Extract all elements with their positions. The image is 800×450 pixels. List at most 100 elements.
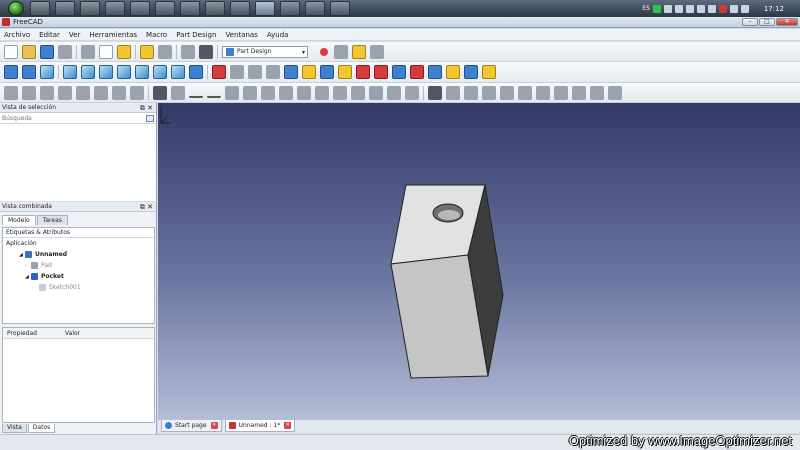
equal-icon[interactable]	[261, 85, 275, 100]
tab-modelo[interactable]: Modelo	[2, 215, 36, 225]
macro-stop-icon[interactable]	[334, 44, 348, 59]
external-geometry-icon[interactable]	[590, 85, 604, 100]
tree-row-sketch[interactable]: Sketch001	[3, 282, 154, 293]
constraint-icon[interactable]	[130, 85, 144, 100]
maximize-button[interactable]: □	[759, 18, 775, 26]
taskbar-app-icon[interactable]	[55, 1, 75, 16]
copy-icon[interactable]	[99, 44, 113, 59]
isometric-view-icon[interactable]	[63, 65, 77, 79]
search-icon[interactable]	[146, 114, 154, 122]
taskbar-chrome-icon[interactable]	[130, 1, 150, 16]
volume-icon[interactable]	[740, 4, 749, 13]
multitransform-icon[interactable]	[464, 65, 478, 79]
menu-editar[interactable]: Editar	[39, 31, 60, 39]
undo-icon[interactable]	[140, 44, 154, 59]
open-icon[interactable]	[22, 44, 36, 59]
constraint-icon[interactable]	[40, 85, 54, 100]
pocket-icon[interactable]	[302, 65, 316, 79]
tab-datos[interactable]: Datos	[27, 424, 56, 433]
menu-macro[interactable]: Macro	[146, 31, 167, 39]
draw-style-icon[interactable]	[40, 65, 54, 79]
taskbar-freecad-icon[interactable]	[255, 1, 275, 16]
refresh-icon[interactable]	[181, 44, 195, 59]
taskbar-app-icon[interactable]	[205, 1, 225, 16]
linear-pattern-icon[interactable]	[428, 65, 442, 79]
distance-icon[interactable]	[351, 85, 365, 100]
groove-icon[interactable]	[338, 65, 352, 79]
radius-icon[interactable]	[387, 85, 401, 100]
constraint-icon[interactable]	[76, 85, 90, 100]
point-icon[interactable]	[153, 85, 167, 100]
taskbar-app-icon[interactable]	[280, 1, 300, 16]
menu-herramientas[interactable]: Herramientas	[89, 31, 137, 39]
value-column[interactable]: Valor	[61, 330, 119, 337]
scaled-icon[interactable]	[482, 65, 496, 79]
angle-icon[interactable]	[369, 85, 383, 100]
taskbar-folder-icon[interactable]	[180, 1, 200, 16]
line-icon[interactable]	[446, 85, 460, 100]
sketch-point-icon[interactable]	[428, 85, 442, 100]
macro-record-icon[interactable]	[320, 47, 328, 56]
new-document-icon[interactable]	[4, 44, 18, 59]
measure-icon[interactable]	[189, 65, 203, 79]
tree-row-document[interactable]: ◢ Unnamed	[3, 249, 154, 260]
taskbar-firefox-icon[interactable]	[155, 1, 175, 16]
right-view-icon[interactable]	[117, 65, 131, 79]
workbench-selector[interactable]: Part Design ▾	[222, 45, 308, 58]
menu-ayuda[interactable]: Ayuda	[267, 31, 289, 39]
macro-edit-icon[interactable]	[352, 44, 366, 59]
validate-sketch-icon[interactable]	[248, 65, 262, 79]
tab-start-page[interactable]: Start page ✕	[161, 420, 222, 432]
tab-unnamed[interactable]: Unnamed : 1* ✕	[224, 420, 296, 432]
tray-icon[interactable]	[685, 4, 694, 13]
menu-part-design[interactable]: Part Design	[176, 31, 216, 39]
trim-icon[interactable]	[572, 85, 586, 100]
tab-vista[interactable]: Vista	[2, 424, 27, 433]
left-view-icon[interactable]	[171, 65, 185, 79]
constraint-icon[interactable]	[94, 85, 108, 100]
arc-tool-icon[interactable]	[464, 85, 478, 100]
paste-icon[interactable]	[117, 44, 131, 59]
revolution-icon[interactable]	[320, 65, 334, 79]
polar-pattern-icon[interactable]	[446, 65, 460, 79]
constraint-icon[interactable]	[112, 85, 126, 100]
toggle-construction-icon[interactable]	[405, 85, 419, 100]
constraint-icon[interactable]	[58, 85, 72, 100]
draft-icon[interactable]	[392, 65, 406, 79]
carbon-copy-icon[interactable]	[608, 85, 622, 100]
redo-icon[interactable]	[158, 44, 172, 59]
tray-icon[interactable]	[707, 4, 716, 13]
chamfer-icon[interactable]	[374, 65, 388, 79]
tray-icon[interactable]	[696, 4, 705, 13]
lock-icon[interactable]	[297, 85, 311, 100]
arc-icon[interactable]	[171, 85, 185, 100]
language-indicator[interactable]: ES	[642, 5, 650, 12]
merge-sketch-icon[interactable]	[266, 65, 280, 79]
symmetric-icon[interactable]	[279, 85, 293, 100]
tab-tareas[interactable]: Tareas	[36, 215, 68, 225]
cut-icon[interactable]	[81, 44, 95, 59]
pad-icon[interactable]	[284, 65, 298, 79]
horizontal-line-icon[interactable]	[207, 90, 221, 98]
polygon-icon[interactable]	[536, 85, 550, 100]
taskbar-app-icon[interactable]	[105, 1, 125, 16]
bottom-view-icon[interactable]	[153, 65, 167, 79]
fillet-icon[interactable]	[356, 65, 370, 79]
taskbar-app-icon[interactable]	[305, 1, 325, 16]
menu-ver[interactable]: Ver	[69, 31, 80, 39]
sketch-icon[interactable]	[212, 65, 226, 79]
close-button[interactable]: ✕	[776, 18, 798, 26]
taskbar-app-icon[interactable]	[80, 1, 100, 16]
horizontal-distance-icon[interactable]	[315, 85, 329, 100]
rear-view-icon[interactable]	[135, 65, 149, 79]
tray-icon[interactable]	[652, 4, 661, 13]
whats-this-icon[interactable]	[199, 44, 213, 59]
slot-icon[interactable]	[554, 85, 568, 100]
start-button[interactable]	[8, 1, 24, 16]
tangent-icon[interactable]	[243, 85, 257, 100]
tree-row-pocket[interactable]: ◢ Pocket	[3, 271, 154, 282]
fit-selection-icon[interactable]	[22, 65, 36, 79]
mirrored-icon[interactable]	[410, 65, 424, 79]
panel-close-icon[interactable]: ⧉ ✕	[140, 103, 153, 113]
menu-archivo[interactable]: Archivo	[4, 31, 30, 39]
